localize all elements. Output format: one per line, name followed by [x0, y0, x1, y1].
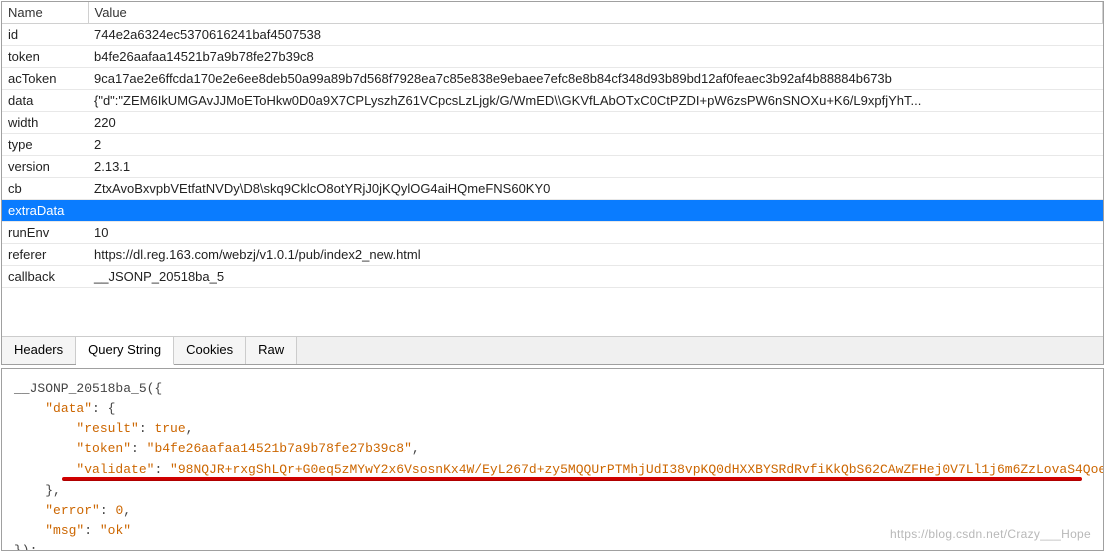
tab-cookies[interactable]: Cookies — [174, 337, 246, 364]
detail-tabs-bar: HeadersQuery StringCookiesRaw — [2, 336, 1103, 364]
table-row[interactable]: refererhttps://dl.reg.163.com/webzj/v1.0… — [2, 244, 1103, 266]
col-header-name[interactable]: Name — [2, 2, 88, 24]
table-row[interactable]: data{"d":"ZEM6IkUMGAvJJMoEToHkw0D0a9X7CP… — [2, 90, 1103, 112]
json-key-validate: "validate" — [76, 462, 154, 477]
param-name-cell: type — [2, 134, 88, 156]
table-row[interactable]: tokenb4fe26aafaa14521b7a9b78fe27b39c8 — [2, 46, 1103, 68]
tab-headers[interactable]: Headers — [2, 337, 76, 364]
table-row[interactable]: width220 — [2, 112, 1103, 134]
param-value-cell: 9ca17ae2e6ffcda170e2e6ee8deb50a99a89b7d5… — [88, 68, 1103, 90]
param-value-cell: ZtxAvoBxvpbVEtfatNVDy\D8\skq9CklcO8otYRj… — [88, 178, 1103, 200]
param-name-cell: callback — [2, 266, 88, 288]
json-key-error: "error" — [45, 503, 100, 518]
param-value-cell: b4fe26aafaa14521b7a9b78fe27b39c8 — [88, 46, 1103, 68]
params-table: Name Value id744e2a6324ec5370616241baf45… — [2, 2, 1103, 288]
json-val-result: true — [154, 421, 185, 436]
table-row[interactable]: version2.13.1 — [2, 156, 1103, 178]
table-row[interactable]: cbZtxAvoBxvpbVEtfatNVDy\D8\skq9CklcO8otY… — [2, 178, 1103, 200]
param-name-cell: referer — [2, 244, 88, 266]
param-value-cell: 744e2a6324ec5370616241baf4507538 — [88, 24, 1103, 46]
param-value-cell — [88, 200, 1103, 222]
param-name-cell: acToken — [2, 68, 88, 90]
json-close-data: }, — [45, 483, 61, 498]
table-row[interactable]: callback__JSONP_20518ba_5 — [2, 266, 1103, 288]
params-table-container: Name Value id744e2a6324ec5370616241baf45… — [2, 2, 1103, 336]
response-body-panel: __JSONP_20518ba_5({ "data": { "result": … — [1, 368, 1104, 551]
tab-query-string[interactable]: Query String — [76, 337, 174, 365]
json-key-msg: "msg" — [45, 523, 84, 538]
param-name-cell: extraData — [2, 200, 88, 222]
param-value-cell: https://dl.reg.163.com/webzj/v1.0.1/pub/… — [88, 244, 1103, 266]
json-val-token: "b4fe26aafaa14521b7a9b78fe27b39c8" — [147, 441, 412, 456]
jsonp-callback-open: __JSONP_20518ba_5({ — [14, 381, 162, 396]
json-val-validate: "98NQJR+rxgShLQr+G0eq5zMYwY2x6VsosnKx4W/… — [170, 462, 1104, 477]
col-header-value[interactable]: Value — [88, 2, 1103, 24]
table-row[interactable]: id744e2a6324ec5370616241baf4507538 — [2, 24, 1103, 46]
param-name-cell: data — [2, 90, 88, 112]
param-name-cell: runEnv — [2, 222, 88, 244]
table-row[interactable]: extraData — [2, 200, 1103, 222]
param-value-cell: 10 — [88, 222, 1103, 244]
param-value-cell: {"d":"ZEM6IkUMGAvJJMoEToHkw0D0a9X7CPLysz… — [88, 90, 1103, 112]
param-value-cell: __JSONP_20518ba_5 — [88, 266, 1103, 288]
param-name-cell: cb — [2, 178, 88, 200]
request-params-panel: Name Value id744e2a6324ec5370616241baf45… — [1, 1, 1104, 365]
tab-raw[interactable]: Raw — [246, 337, 297, 364]
json-val-msg: "ok" — [100, 523, 131, 538]
json-key-result: "result" — [76, 421, 138, 436]
table-row[interactable]: runEnv10 — [2, 222, 1103, 244]
json-key-token: "token" — [76, 441, 131, 456]
watermark-text: https://blog.csdn.net/Crazy___Hope — [890, 525, 1091, 544]
table-row[interactable]: type2 — [2, 134, 1103, 156]
json-key-data: "data" — [45, 401, 92, 416]
param-name-cell: version — [2, 156, 88, 178]
param-value-cell: 220 — [88, 112, 1103, 134]
param-name-cell: width — [2, 112, 88, 134]
param-value-cell: 2.13.1 — [88, 156, 1103, 178]
json-brace-data: : { — [92, 401, 115, 416]
table-row[interactable]: acToken9ca17ae2e6ffcda170e2e6ee8deb50a99… — [2, 68, 1103, 90]
param-name-cell: id — [2, 24, 88, 46]
jsonp-callback-close: }); — [14, 543, 37, 551]
param-name-cell: token — [2, 46, 88, 68]
param-value-cell: 2 — [88, 134, 1103, 156]
